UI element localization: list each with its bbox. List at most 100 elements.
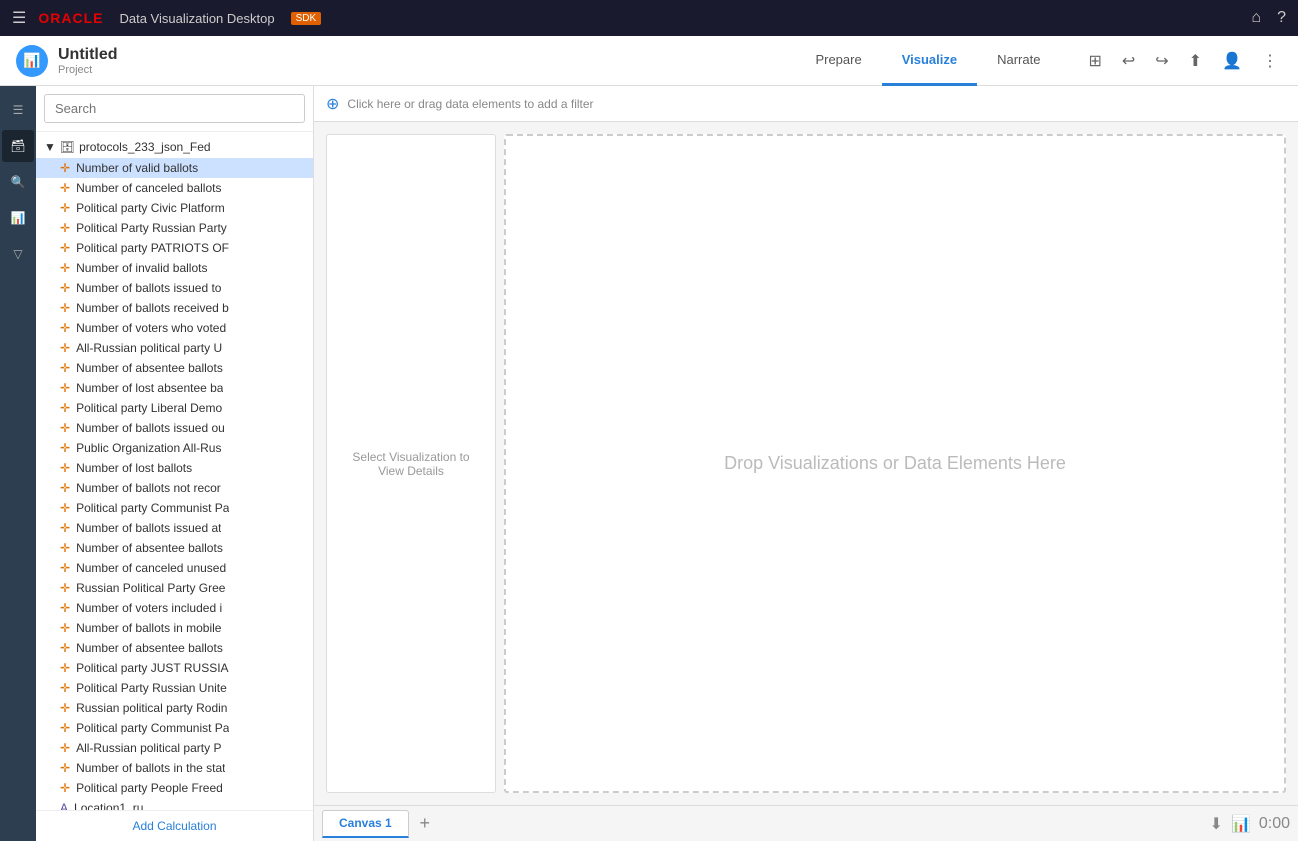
list-item[interactable]: ✛ Russian Political Party Gree <box>36 578 313 598</box>
oracle-logo: ORACLE <box>38 10 103 26</box>
undo-button[interactable]: ↩ <box>1118 47 1139 75</box>
list-item[interactable]: ✛ Political party People Freed <box>36 778 313 798</box>
list-item[interactable]: ✛ Number of ballots in the stat <box>36 758 313 778</box>
list-item[interactable]: ✛ Number of ballots issued to <box>36 278 313 298</box>
list-item[interactable]: ✛ Political party Civic Platform <box>36 198 313 218</box>
list-item[interactable]: ✛ Number of absentee ballots <box>36 638 313 658</box>
measure-icon: ✛ <box>60 281 70 295</box>
sidebar-chart-button[interactable]: 📊 <box>2 202 34 234</box>
item-label: Number of invalid ballots <box>76 261 207 275</box>
visualization-detail-panel[interactable]: Select Visualization to View Details <box>326 134 496 793</box>
measure-icon: ✛ <box>60 241 70 255</box>
measure-icon: ✛ <box>60 501 70 515</box>
filter-plus-icon[interactable]: ⊕ <box>326 94 339 114</box>
data-tree: ▼ 🗄 protocols_233_json_Fed ✛ Number of v… <box>36 132 313 810</box>
more-options-button[interactable]: ⋮ <box>1258 47 1282 75</box>
list-item[interactable]: ✛ Political Party Russian Unite <box>36 678 313 698</box>
list-item[interactable]: ✛ Number of canceled unused <box>36 558 313 578</box>
list-item[interactable]: ✛ Number of absentee ballots <box>36 538 313 558</box>
list-item[interactable]: ✛ Number of ballots issued ou <box>36 418 313 438</box>
filter-placeholder: Click here or drag data elements to add … <box>347 97 593 111</box>
bottom-bar: Canvas 1 + ⬇ 📊 0:00 <box>314 805 1298 841</box>
timer-display: 0:00 <box>1259 815 1290 833</box>
list-item[interactable]: ✛ All-Russian political party P <box>36 738 313 758</box>
list-item[interactable]: ✛ Number of lost absentee ba <box>36 378 313 398</box>
present-button[interactable]: ⊞ <box>1084 47 1105 75</box>
list-item[interactable]: ✛ Number of ballots received b <box>36 298 313 318</box>
tree-expand-icon: ▼ <box>44 140 56 154</box>
list-item[interactable]: ✛ Number of valid ballots <box>36 158 313 178</box>
item-label: Number of ballots received b <box>76 301 229 315</box>
share-button[interactable]: ⬆ <box>1185 47 1206 75</box>
sidebar-analytics-button[interactable]: 🔍 <box>2 166 34 198</box>
measure-icon: ✛ <box>60 301 70 315</box>
list-item[interactable]: ✛ Number of canceled ballots <box>36 178 313 198</box>
download-icon[interactable]: ⬇ <box>1210 814 1223 834</box>
list-item[interactable]: ✛ Political party Communist Pa <box>36 718 313 738</box>
item-label: Public Organization All-Rus <box>76 441 221 455</box>
measure-icon: ✛ <box>60 361 70 375</box>
sidebar-filter-button[interactable]: ▽ <box>2 238 34 270</box>
list-item[interactable]: ✛ All-Russian political party U <box>36 338 313 358</box>
list-item[interactable]: ✛ Number of ballots in mobile <box>36 618 313 638</box>
sidebar-menu-button[interactable]: ☰ <box>2 94 34 126</box>
measure-icon: ✛ <box>60 161 70 175</box>
list-item[interactable]: ✛ Number of voters who voted <box>36 318 313 338</box>
list-item[interactable]: ✛ Number of voters included i <box>36 598 313 618</box>
list-item[interactable]: ✛ Political party JUST RUSSIA <box>36 658 313 678</box>
home-icon[interactable]: ⌂ <box>1251 9 1261 27</box>
attribute-icon: A <box>60 801 68 810</box>
project-name: Untitled <box>58 46 118 64</box>
menu-icon[interactable]: ☰ <box>12 8 26 28</box>
list-item[interactable]: ✛ Russian political party Rodin <box>36 698 313 718</box>
tab-visualize[interactable]: Visualize <box>882 36 977 86</box>
help-icon[interactable]: ? <box>1277 9 1286 27</box>
list-item[interactable]: ✛ Number of ballots not recor <box>36 478 313 498</box>
item-label: Political party Communist Pa <box>76 721 229 735</box>
item-label: Number of ballots issued at <box>76 521 221 535</box>
add-calculation-bar: Add Calculation <box>36 810 313 841</box>
list-item[interactable]: ✛ Public Organization All-Rus <box>36 438 313 458</box>
add-calculation-button[interactable]: Add Calculation <box>132 819 216 833</box>
measure-icon: ✛ <box>60 721 70 735</box>
list-item[interactable]: ✛ Number of lost ballots <box>36 458 313 478</box>
redo-button[interactable]: ↪ <box>1151 47 1172 75</box>
project-icon-symbol: 📊 <box>23 52 40 69</box>
add-canvas-button[interactable]: + <box>413 812 437 836</box>
chart-icon[interactable]: 📊 <box>1231 814 1251 834</box>
list-item[interactable]: ✛ Number of absentee ballots <box>36 358 313 378</box>
list-item[interactable]: ✛ Political party Communist Pa <box>36 498 313 518</box>
sdk-badge: SDK <box>291 12 322 25</box>
list-item[interactable]: A Location1_ru <box>36 798 313 810</box>
app-title: Data Visualization Desktop <box>119 11 274 26</box>
item-label: Number of absentee ballots <box>76 361 223 375</box>
canvas-tab-1[interactable]: Canvas 1 <box>322 810 409 838</box>
list-item[interactable]: ✛ Political party Liberal Demo <box>36 398 313 418</box>
bottom-bar-right: ⬇ 📊 0:00 <box>1210 814 1290 834</box>
item-label: Political party People Freed <box>76 781 223 795</box>
item-label: All-Russian political party U <box>76 341 222 355</box>
list-item[interactable]: ✛ Political Party Russian Party <box>36 218 313 238</box>
tab-narrate[interactable]: Narrate <box>977 36 1060 86</box>
item-label: All-Russian political party P <box>76 741 221 755</box>
sidebar-data-button[interactable]: 🗃 <box>2 130 34 162</box>
add-user-button[interactable]: 👤 <box>1218 47 1246 75</box>
measure-icon: ✛ <box>60 221 70 235</box>
search-input[interactable] <box>44 94 305 123</box>
tab-prepare[interactable]: Prepare <box>795 36 881 86</box>
drop-zone-panel[interactable]: Drop Visualizations or Data Elements Her… <box>504 134 1286 793</box>
list-item[interactable]: ✛ Political party PATRIOTS OF <box>36 238 313 258</box>
measure-icon: ✛ <box>60 701 70 715</box>
tree-root[interactable]: ▼ 🗄 protocols_233_json_Fed <box>36 136 313 158</box>
project-label: Project <box>58 64 118 76</box>
search-box <box>36 86 313 132</box>
list-item[interactable]: ✛ Number of ballots issued at <box>36 518 313 538</box>
measure-icon: ✛ <box>60 781 70 795</box>
measure-icon: ✛ <box>60 401 70 415</box>
icon-sidebar: ☰ 🗃 🔍 📊 ▽ <box>0 86 36 841</box>
measure-icon: ✛ <box>60 621 70 635</box>
list-item[interactable]: ✛ Number of invalid ballots <box>36 258 313 278</box>
item-label: Number of valid ballots <box>76 161 198 175</box>
tree-root-label: protocols_233_json_Fed <box>79 140 210 154</box>
item-label: Number of canceled unused <box>76 561 226 575</box>
